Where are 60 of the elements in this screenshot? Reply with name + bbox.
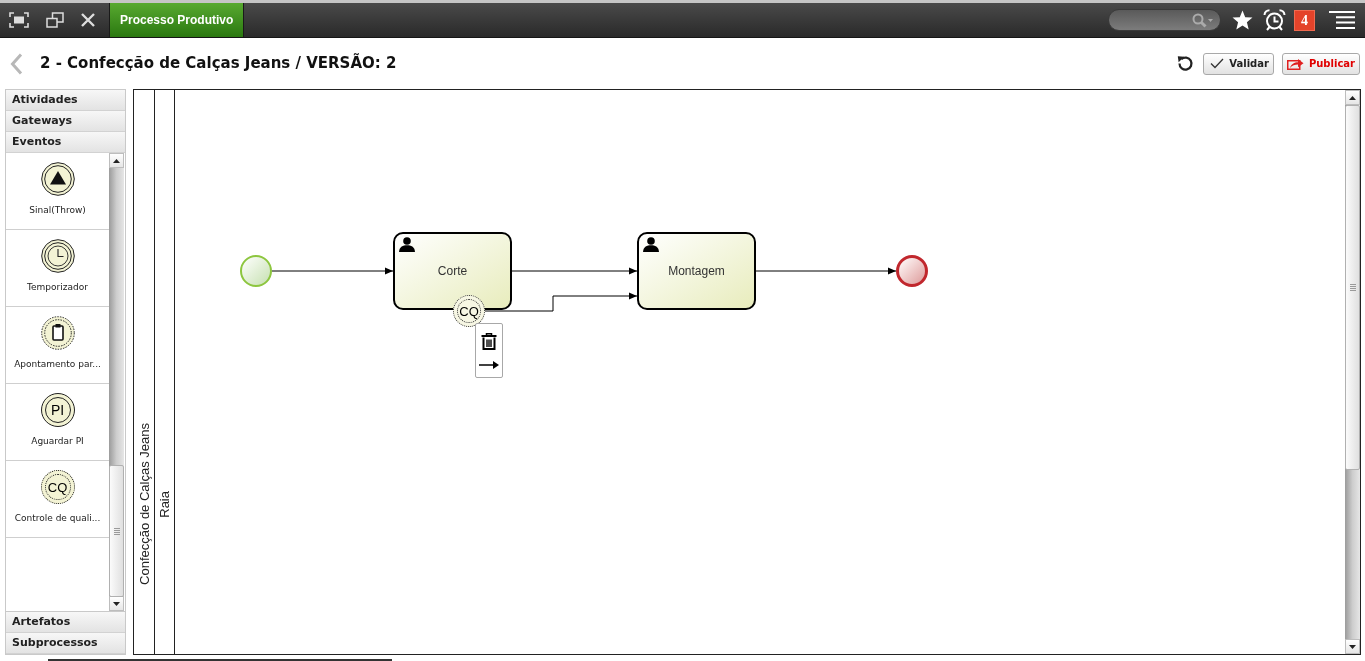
horizontal-scroll-thumb[interactable] xyxy=(48,659,392,661)
favorites-button[interactable] xyxy=(1232,10,1253,30)
close-icon xyxy=(81,13,95,27)
sequence-flow-arrow[interactable] xyxy=(511,267,638,275)
scroll-thumb[interactable] xyxy=(1345,105,1360,470)
person-icon xyxy=(399,237,415,252)
undo-button[interactable] xyxy=(1177,55,1195,72)
task-label: Montagem xyxy=(668,263,725,280)
scroll-down-button[interactable] xyxy=(1345,639,1360,654)
star-icon xyxy=(1232,10,1253,30)
person-icon xyxy=(643,237,659,252)
alarm-button[interactable] xyxy=(1263,9,1286,31)
grip-icon xyxy=(113,527,120,535)
sequence-flow-arrow[interactable] xyxy=(271,267,394,275)
lane-label: Raia xyxy=(158,491,171,518)
grip-icon xyxy=(1349,284,1356,291)
app-tab[interactable]: Processo Produtivo xyxy=(109,3,245,37)
palette-section-header[interactable]: Gateways xyxy=(6,111,125,132)
chevron-left-icon xyxy=(10,52,23,75)
trash-icon xyxy=(481,333,497,350)
delete-button[interactable] xyxy=(481,333,497,350)
task-label: Corte xyxy=(437,263,468,280)
caret-up-icon xyxy=(1349,95,1356,100)
caret-down-icon xyxy=(113,601,120,606)
search-field[interactable] xyxy=(1108,9,1221,31)
sequence-flow-arrow[interactable] xyxy=(755,267,897,275)
caret-up-icon xyxy=(113,158,120,163)
palette-section-header[interactable]: Artefatos xyxy=(6,612,125,633)
connect-button[interactable] xyxy=(479,360,499,370)
share-arrow-icon xyxy=(1286,57,1304,70)
intermediate-event-symbol: PI xyxy=(40,393,75,427)
user-task[interactable]: Montagem xyxy=(637,232,756,310)
refresh-icon xyxy=(1177,55,1195,72)
fullscreen-icon xyxy=(9,12,29,28)
page-title: 2 - Confecção de Calças Jeans / VERSÃO: 2 xyxy=(40,52,397,75)
menu-icon xyxy=(1329,11,1355,29)
checkmark-icon xyxy=(1210,58,1225,69)
signal-event-icon xyxy=(40,162,75,196)
caret-down-icon xyxy=(1349,644,1356,649)
publish-button[interactable]: Publicar xyxy=(1281,52,1360,75)
alarm-clock-icon xyxy=(1263,9,1286,31)
menu-button[interactable] xyxy=(1329,11,1355,29)
scroll-up-button[interactable] xyxy=(109,153,124,168)
timer-event-icon xyxy=(40,239,75,273)
notification-count[interactable]: 4 xyxy=(1294,9,1315,31)
validate-button[interactable]: Validar xyxy=(1203,52,1274,75)
end-event-node[interactable] xyxy=(896,255,928,287)
palette-section-header[interactable]: Eventos xyxy=(6,132,125,153)
search-icon xyxy=(1192,12,1213,28)
restore-window-icon xyxy=(46,12,64,28)
start-event-node[interactable] xyxy=(240,255,272,287)
palette-section-header[interactable]: Atividades xyxy=(6,90,125,111)
boundary-event-symbol: CQ xyxy=(40,470,75,504)
palette-section-header[interactable]: Subprocessos xyxy=(6,633,125,654)
pool-label: Confecção de Calças Jeans xyxy=(137,423,151,585)
scroll-thumb[interactable] xyxy=(109,465,124,597)
clipboard-event-icon xyxy=(40,316,75,350)
scroll-up-button[interactable] xyxy=(1345,90,1360,105)
arrow-right-icon xyxy=(479,360,499,370)
sequence-flow-arrow[interactable] xyxy=(484,292,638,312)
